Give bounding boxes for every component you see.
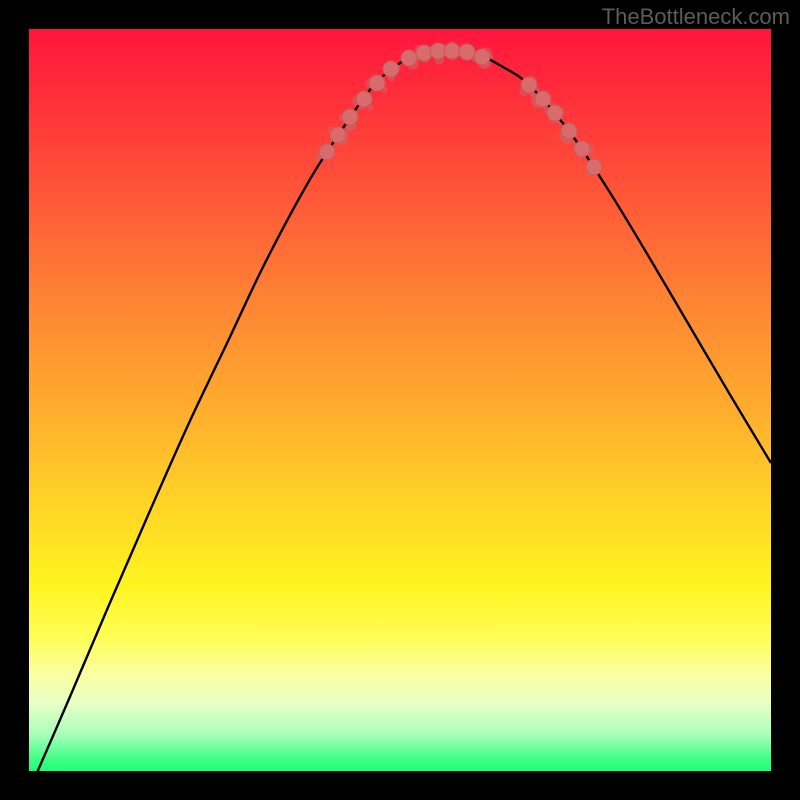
curve-marker [369, 75, 385, 91]
curve-marker [401, 50, 417, 66]
curve-marker [574, 141, 590, 157]
curve-marker [356, 91, 372, 107]
curve-marker [330, 127, 346, 143]
attribution-text: TheBottleneck.com [602, 4, 790, 30]
outer-frame: TheBottleneck.com [0, 0, 800, 800]
curve-marker [474, 49, 490, 65]
curve-marker [444, 43, 460, 59]
curve-marker [521, 77, 537, 93]
curve-marker [561, 123, 577, 139]
curve-marker [383, 61, 399, 77]
curve-marker [547, 105, 563, 121]
curve-marker [342, 109, 358, 125]
bottleneck-curve [29, 50, 771, 771]
plot-area [29, 29, 771, 771]
curve-marker [416, 45, 432, 61]
curve-marker [459, 44, 475, 60]
curve-marker [319, 144, 335, 160]
curve-marker [586, 159, 602, 175]
chart-svg [29, 29, 771, 771]
curve-marker [535, 91, 551, 107]
